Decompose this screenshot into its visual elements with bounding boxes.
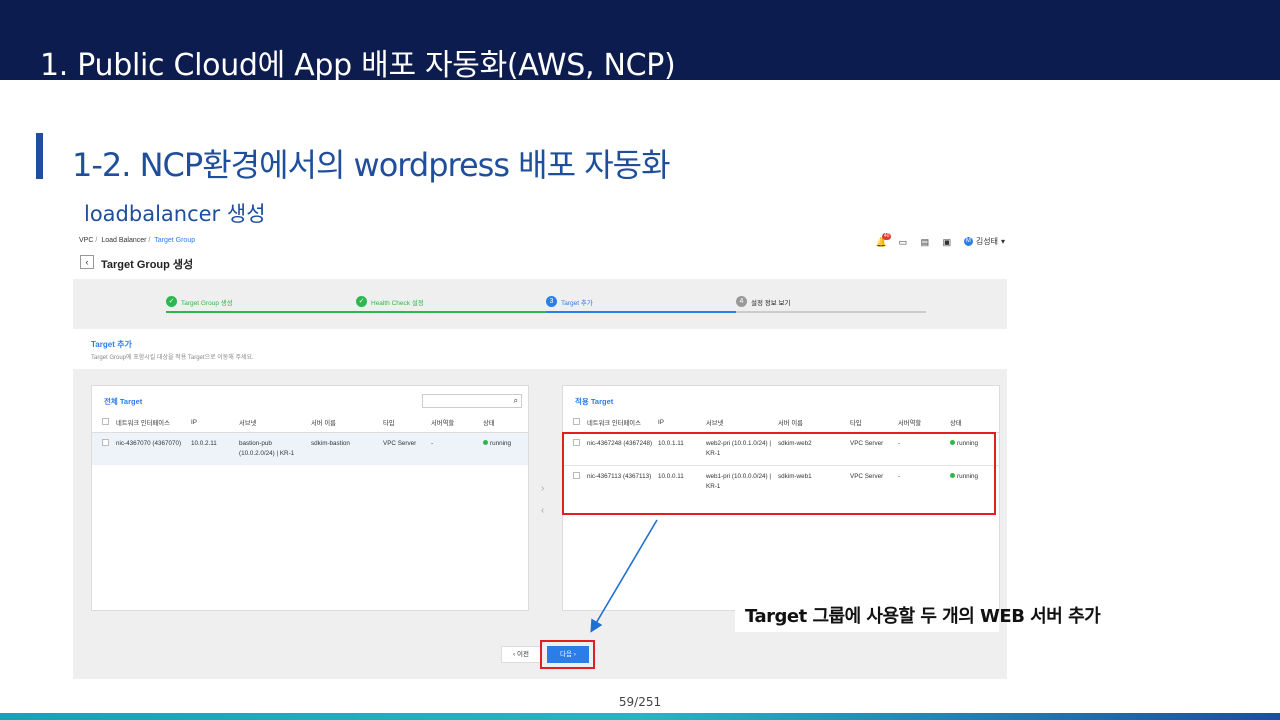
section-description: Target Group에 포함시킬 대상을 적용 Target으로 이동해 주… — [91, 355, 254, 361]
slide-subtitle: loadbalancer 생성 — [84, 202, 266, 226]
check-icon: ✓ — [166, 296, 177, 307]
document-icon[interactable]: ▤ — [920, 237, 930, 247]
step-line-2 — [356, 311, 546, 313]
col-subnet: 서브넷 — [702, 414, 774, 433]
col-subnet: 서브넷 — [235, 414, 307, 433]
step-number: 3 — [546, 296, 557, 307]
slide: 1. Public Cloud에 App 배포 자동화(AWS, NCP) 1-… — [0, 0, 1280, 720]
step-number: 4 — [736, 296, 747, 307]
back-button[interactable]: ‹ — [80, 255, 94, 269]
all-targets-box: 전체 Target ⌕ 네트워크 인터페이스 IP 서브넷 서버 이름 타입 서… — [91, 385, 529, 611]
col-server: 서버 이름 — [774, 414, 846, 433]
col-type: 타입 — [846, 414, 894, 433]
step-label: Target Group 생성 — [181, 299, 233, 307]
highlight-box-next — [540, 640, 595, 669]
col-server: 서버 이름 — [307, 414, 379, 433]
step-label: Target 추가 — [561, 299, 593, 307]
check-icon: ✓ — [356, 296, 367, 307]
step-2: ✓ Health Check 설정 — [356, 296, 424, 307]
cell-status: running — [479, 432, 528, 465]
row-checkbox[interactable] — [102, 438, 109, 446]
page-heading: Target Group 생성 — [101, 259, 194, 271]
header-icons: 🔔 40 ▭ ▤ ▣ M 김성태 ▾ — [876, 232, 1005, 247]
col-role: 서버역할 — [427, 414, 479, 433]
select-all-checkbox[interactable] — [102, 418, 109, 426]
breadcrumb-vpc[interactable]: VPC — [79, 237, 93, 244]
select-all-checkbox[interactable] — [573, 418, 580, 426]
move-right-button[interactable]: › — [541, 483, 544, 494]
step-1: ✓ Target Group 생성 — [166, 296, 233, 307]
highlight-box-targets — [562, 432, 996, 515]
prev-button[interactable]: ‹ 이전 — [501, 646, 541, 663]
search-icon[interactable]: ⌕ — [514, 396, 518, 406]
step-line-1 — [166, 311, 356, 313]
table-row[interactable]: nic-4367070 (4367070) 10.0.2.11 bastion-… — [92, 432, 528, 465]
caret-down-icon: ▾ — [1000, 237, 1005, 246]
step-label: Health Check 설정 — [371, 299, 424, 307]
status-text: running — [490, 439, 512, 447]
step-label: 설정 정보 보기 — [751, 299, 791, 307]
cell-nic: nic-4367070 (4367070) — [112, 432, 187, 465]
col-status: 상태 — [479, 414, 528, 433]
user-menu[interactable]: M 김성태 ▾ — [963, 236, 1005, 247]
avatar: M — [963, 237, 973, 246]
cell-subnet: bastion-pub (10.0.2.0/24) | KR-1 — [235, 432, 307, 465]
notification-badge: 40 — [881, 232, 892, 240]
col-ip: IP — [187, 414, 235, 433]
step-line-4 — [736, 311, 926, 313]
col-nic: 네트워크 인터페이스 — [583, 414, 654, 433]
search-input[interactable]: ⌕ — [422, 394, 522, 408]
chevron-left-icon: ‹ — [85, 257, 89, 267]
breadcrumb-load-balancer[interactable]: Load Balancer — [101, 237, 146, 244]
prev-label: 이전 — [517, 651, 529, 658]
book-icon[interactable]: ▣ — [942, 237, 952, 247]
bell-icon[interactable]: 🔔 40 — [876, 232, 892, 247]
all-targets-title: 전체 Target — [104, 397, 143, 406]
cell-server: sdkim-bastion — [307, 432, 379, 465]
applied-targets-title: 적용 Target — [575, 397, 614, 406]
step-3: 3 Target 추가 — [546, 296, 593, 307]
bottom-bar — [0, 713, 1280, 720]
section-label: Target 추가 — [91, 340, 132, 349]
cell-role: - — [427, 432, 479, 465]
col-ip: IP — [654, 414, 702, 433]
page-number: 59/251 — [618, 695, 662, 709]
breadcrumb-target-group[interactable]: Target Group — [154, 237, 195, 244]
col-role: 서버역할 — [894, 414, 946, 433]
user-name: 김성태 — [975, 237, 998, 246]
section-marker — [36, 133, 43, 179]
breadcrumb: VPC / Load Balancer / Target Group — [79, 237, 196, 244]
step-line-3 — [546, 311, 736, 313]
step-4: 4 설정 정보 보기 — [736, 296, 791, 307]
section-title: 1-2. NCP환경에서의 wordpress 배포 자동화 — [72, 146, 671, 184]
col-status: 상태 — [946, 414, 999, 433]
col-type: 타입 — [379, 414, 427, 433]
slide-title: 1. Public Cloud에 App 배포 자동화(AWS, NCP) — [40, 48, 676, 83]
cell-ip: 10.0.2.11 — [187, 432, 235, 465]
all-targets-table: 네트워크 인터페이스 IP 서브넷 서버 이름 타입 서버역할 상태 nic-4… — [92, 414, 528, 465]
move-left-button[interactable]: ‹ — [541, 505, 544, 516]
cell-type: VPC Server — [379, 432, 427, 465]
monitor-icon[interactable]: ▭ — [898, 237, 908, 247]
callout-text: Target 그룹에 사용할 두 개의 WEB 서버 추가 — [735, 586, 1101, 632]
col-nic: 네트워크 인터페이스 — [112, 414, 187, 433]
status-dot — [483, 439, 488, 445]
